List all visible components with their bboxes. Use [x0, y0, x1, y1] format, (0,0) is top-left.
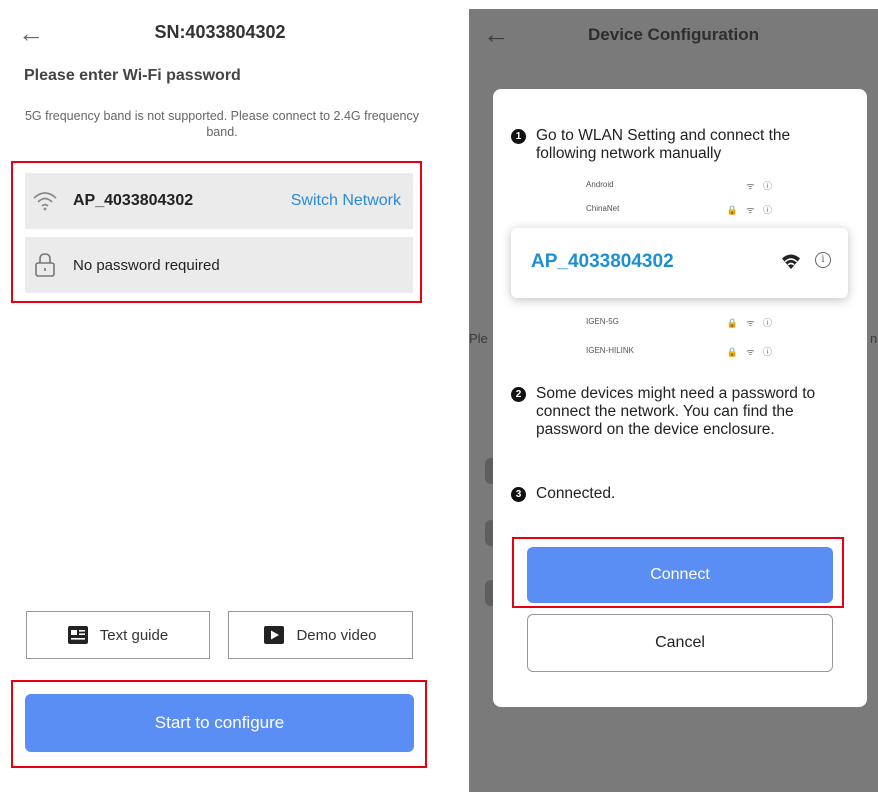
switch-network-link[interactable]: Switch Network	[291, 192, 401, 210]
highlight-box-connect	[512, 537, 844, 608]
step-number: 1	[511, 129, 526, 144]
wifi-icon: 🔒 ᯤ ⓘ	[726, 205, 775, 215]
step-text: Go to WLAN Setting and connect the follo…	[536, 127, 791, 162]
wifi-list-item: IGEN-5G 🔒 ᯤ ⓘ	[586, 317, 775, 328]
wifi-icon: ᯤ ⓘ	[746, 181, 775, 191]
device-configuration-screen: ← Device Configuration Ple n 1 Go to WLA…	[469, 9, 878, 792]
play-icon	[264, 626, 285, 644]
step-number: 3	[511, 487, 526, 502]
wifi-icon	[33, 192, 57, 211]
instruction-dialog: 1 Go to WLAN Setting and connect the fol…	[493, 89, 867, 707]
wifi-icon: 🔒 ᯤ ⓘ	[726, 318, 775, 328]
lock-icon	[35, 253, 55, 277]
password-status: No password required	[73, 257, 220, 274]
background-text-peek: n	[870, 331, 878, 346]
step-number: 2	[511, 387, 526, 402]
wifi-icon: 🔒 ᯤ ⓘ	[726, 347, 775, 357]
step-2: 2 Some devices might need a password to …	[511, 385, 831, 439]
start-configure-button[interactable]: Start to configure	[25, 694, 414, 752]
frequency-note: 5G frequency band is not supported. Plea…	[24, 109, 419, 139]
background-text-peek: Ple	[469, 331, 488, 346]
wifi-list-item: ChinaNet 🔒 ᯤ ⓘ	[586, 204, 775, 215]
network-row: AP_4033804302 Switch Network	[25, 173, 413, 229]
step-text: Connected.	[536, 485, 616, 502]
demo-video-label: Demo video	[296, 626, 377, 644]
cancel-button[interactable]: Cancel	[527, 614, 833, 672]
wifi-icon	[782, 254, 800, 269]
step-text: Some devices might need a password to co…	[536, 385, 816, 438]
demo-video-button[interactable]: Demo video	[228, 611, 413, 659]
wifi-password-screen: ← SN:4033804302 Please enter Wi-Fi passw…	[0, 0, 440, 792]
ap-network-name: AP_4033804302	[531, 251, 674, 272]
section-heading: Please enter Wi-Fi password	[24, 67, 241, 84]
info-icon[interactable]: i	[815, 252, 831, 268]
wifi-list-item: Android ᯤ ⓘ	[586, 180, 775, 191]
step-3: 3 Connected.	[511, 485, 831, 503]
step-1: 1 Go to WLAN Setting and connect the fol…	[511, 127, 831, 163]
page-title: Device Configuration	[588, 25, 759, 44]
ap-network-card: AP_4033804302 i	[511, 228, 848, 298]
text-guide-label: Text guide	[99, 626, 169, 644]
wifi-list-item: IGEN-HILINK 🔒 ᯤ ⓘ	[586, 346, 775, 357]
network-name: AP_4033804302	[73, 192, 194, 209]
password-row: No password required	[25, 237, 413, 293]
page-title: SN:4033804302	[154, 22, 286, 42]
document-icon	[67, 626, 88, 644]
text-guide-button[interactable]: Text guide	[26, 611, 210, 659]
